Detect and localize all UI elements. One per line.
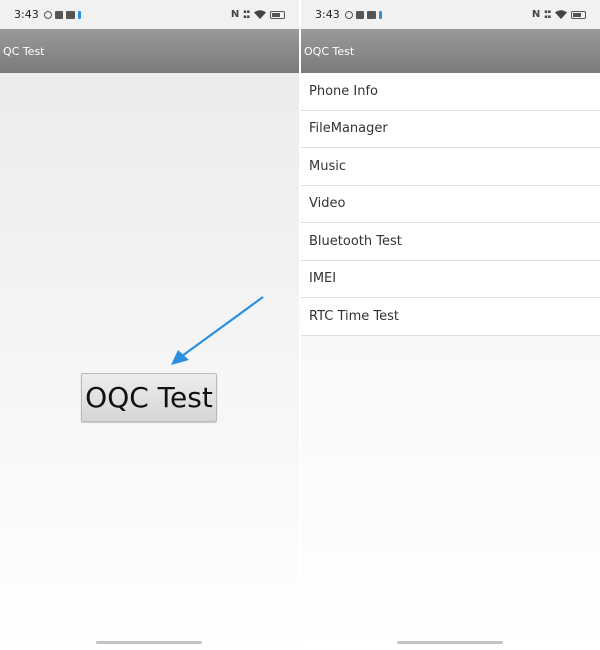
- app-bar: OQC Test: [301, 29, 600, 73]
- network-speed-icon: ▪▪ ▪▪: [544, 8, 551, 20]
- status-system-icons: N ▪▪ ▪▪: [532, 9, 586, 20]
- menu-item-rtc-time-test[interactable]: RTC Time Test: [301, 298, 600, 336]
- status-time: 3:43: [315, 8, 340, 21]
- wifi-icon: [555, 10, 567, 19]
- nfc-icon: N: [531, 9, 541, 20]
- app-notification-icon: [54, 10, 63, 19]
- status-notification-icons: [43, 10, 81, 19]
- app-notification-icon: [355, 10, 364, 19]
- oqc-test-button[interactable]: OQC Test: [81, 373, 217, 422]
- download-icon: [77, 10, 81, 19]
- status-bar: 3:43 N ▪▪ ▪▪: [0, 0, 299, 29]
- nfc-icon: N: [230, 9, 240, 20]
- left-phone-screen: 3:43 N ▪▪ ▪▪ QC Test OQC Test: [0, 0, 299, 650]
- message-notification-icon: [366, 10, 376, 19]
- test-menu-list: Phone Info FileManager Music Video Bluet…: [301, 73, 600, 336]
- home-indicator[interactable]: [397, 641, 503, 644]
- app-title: QC Test: [3, 44, 45, 58]
- menu-item-video[interactable]: Video: [301, 186, 600, 223]
- status-bar: 3:43 N ▪▪ ▪▪: [301, 0, 600, 29]
- message-notification-icon: [65, 10, 75, 19]
- menu-item-bluetooth-test[interactable]: Bluetooth Test: [301, 223, 600, 261]
- settings-notification-icon: [344, 10, 353, 19]
- wifi-icon: [254, 10, 266, 19]
- download-icon: [378, 10, 382, 19]
- battery-icon: [270, 10, 285, 19]
- status-time: 3:43: [14, 8, 39, 21]
- status-system-icons: N ▪▪ ▪▪: [231, 9, 285, 20]
- settings-notification-icon: [43, 10, 52, 19]
- network-speed-icon: ▪▪ ▪▪: [243, 8, 250, 20]
- status-notification-icons: [344, 10, 382, 19]
- screens-container: 3:43 N ▪▪ ▪▪ QC Test OQC Test 3:43 N ▪▪ …: [0, 0, 600, 650]
- arrow-annotation-icon: [171, 296, 264, 365]
- menu-item-music[interactable]: Music: [301, 148, 600, 186]
- right-phone-screen: 3:43 N ▪▪ ▪▪ OQC Test Phone Info FileMana…: [301, 0, 600, 650]
- menu-item-imei[interactable]: IMEI: [301, 261, 600, 298]
- app-title: OQC Test: [304, 44, 355, 58]
- battery-icon: [571, 10, 586, 19]
- app-bar: QC Test: [0, 29, 299, 73]
- menu-item-phone-info[interactable]: Phone Info: [301, 73, 600, 111]
- menu-item-file-manager[interactable]: FileManager: [301, 111, 600, 148]
- home-indicator[interactable]: [96, 641, 202, 644]
